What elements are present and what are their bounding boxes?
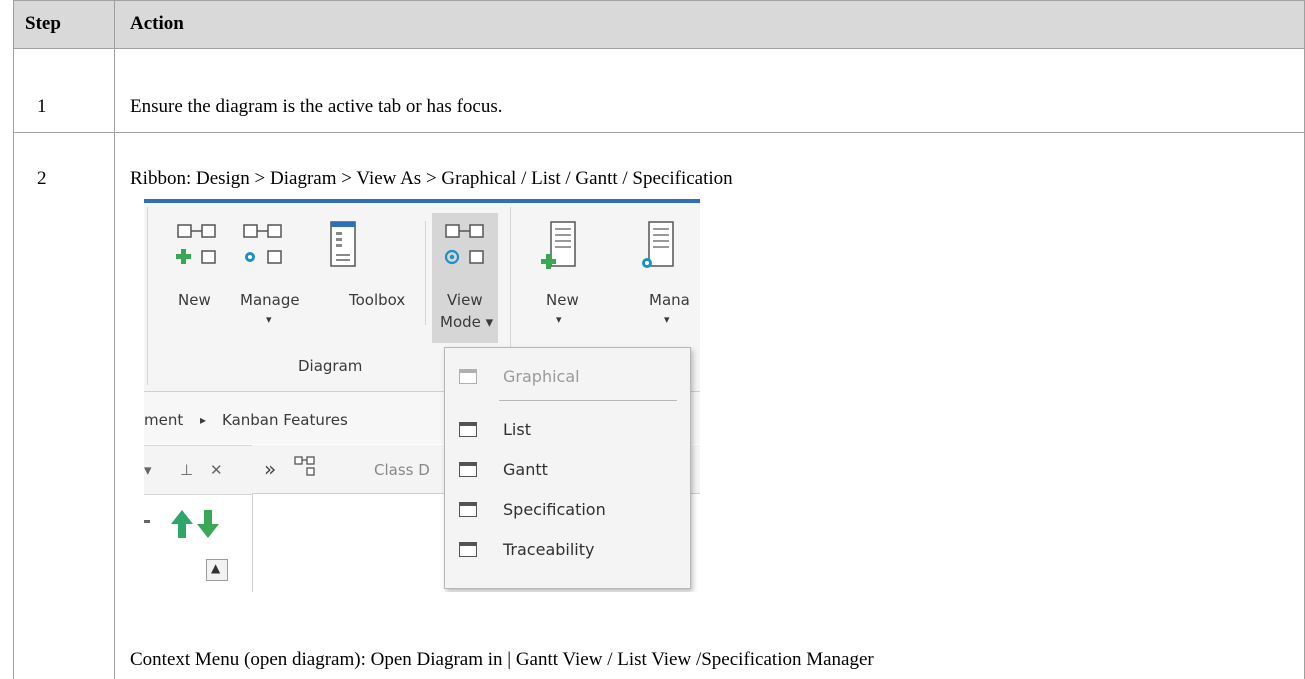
new-document-dropdown[interactable]: ▾ [556, 313, 562, 326]
step-action: Ensure the diagram is the active tab or … [130, 96, 503, 117]
new-document-button[interactable]: New [546, 291, 579, 309]
new-document-icon [541, 221, 576, 269]
step-number: 1 [37, 96, 47, 117]
header-step: Step [25, 13, 61, 34]
table-header [13, 0, 1305, 48]
menu-item-list[interactable]: List [445, 414, 690, 448]
menu-separator [499, 400, 677, 401]
step-action-context-menu: Context Menu (open diagram): Open Diagra… [130, 649, 874, 670]
toolbox-icon [330, 221, 356, 267]
navigation-arrows [144, 510, 219, 538]
breadcrumb-arrow-icon: ▸ [200, 413, 207, 427]
close-icon[interactable]: ✕ [210, 461, 223, 479]
window-icon [459, 502, 477, 517]
menu-item-traceability[interactable]: Traceability [445, 534, 690, 568]
window-icon [459, 369, 477, 384]
breadcrumb-partial[interactable]: ment [144, 411, 183, 429]
view-mode-button[interactable]: View [447, 291, 483, 309]
breadcrumb-item[interactable]: Kanban Features [222, 411, 348, 429]
window-icon [459, 542, 477, 557]
step-number: 2 [37, 168, 47, 189]
window-icon [459, 462, 477, 477]
scroll-up-button[interactable]: ▲ [206, 559, 228, 581]
diagram-tab-icon [294, 456, 315, 476]
menu-item-graphical[interactable]: Graphical [445, 361, 690, 395]
new-diagram-icon [176, 224, 216, 264]
view-mode-icon [444, 224, 484, 265]
scroll-up-arrow-icon: ▲ [211, 561, 221, 575]
manage-document-dropdown[interactable]: ▾ [664, 313, 670, 326]
view-mode-dropdown[interactable]: Mode ▾ [440, 313, 493, 331]
down-arrow-icon [197, 510, 219, 538]
menu-item-gantt[interactable]: Gantt [445, 454, 690, 488]
dock-menu-icon[interactable]: ▾ [144, 461, 152, 479]
up-arrow-icon [171, 510, 193, 538]
pin-icon[interactable]: ⊥ [180, 461, 193, 479]
manage-dropdown-arrow[interactable]: ▾ [266, 313, 272, 326]
manage-diagram-icon [243, 224, 282, 264]
toolbox-button[interactable]: Toolbox [349, 291, 405, 309]
manage-diagram-button[interactable]: Manage [240, 291, 300, 309]
manage-document-button[interactable]: Mana [649, 291, 690, 309]
new-diagram-button[interactable]: New [178, 291, 211, 309]
menu-item-specification[interactable]: Specification [445, 494, 690, 528]
chevrons-icon[interactable]: » [264, 457, 276, 481]
ribbon-screenshot: New Manage ▾ Toolbox View Mode ▾ New ▾ M… [144, 199, 700, 592]
diagram-tab-label[interactable]: Class D [374, 461, 430, 479]
header-action: Action [130, 13, 184, 34]
ribbon-group-label: Diagram [298, 357, 363, 375]
manage-document-icon [642, 221, 674, 268]
step-action: Ribbon: Design > Diagram > View As > Gra… [130, 168, 733, 189]
window-icon [459, 422, 477, 437]
view-mode-menu: Graphical List Gantt Specification Trace… [444, 347, 691, 589]
